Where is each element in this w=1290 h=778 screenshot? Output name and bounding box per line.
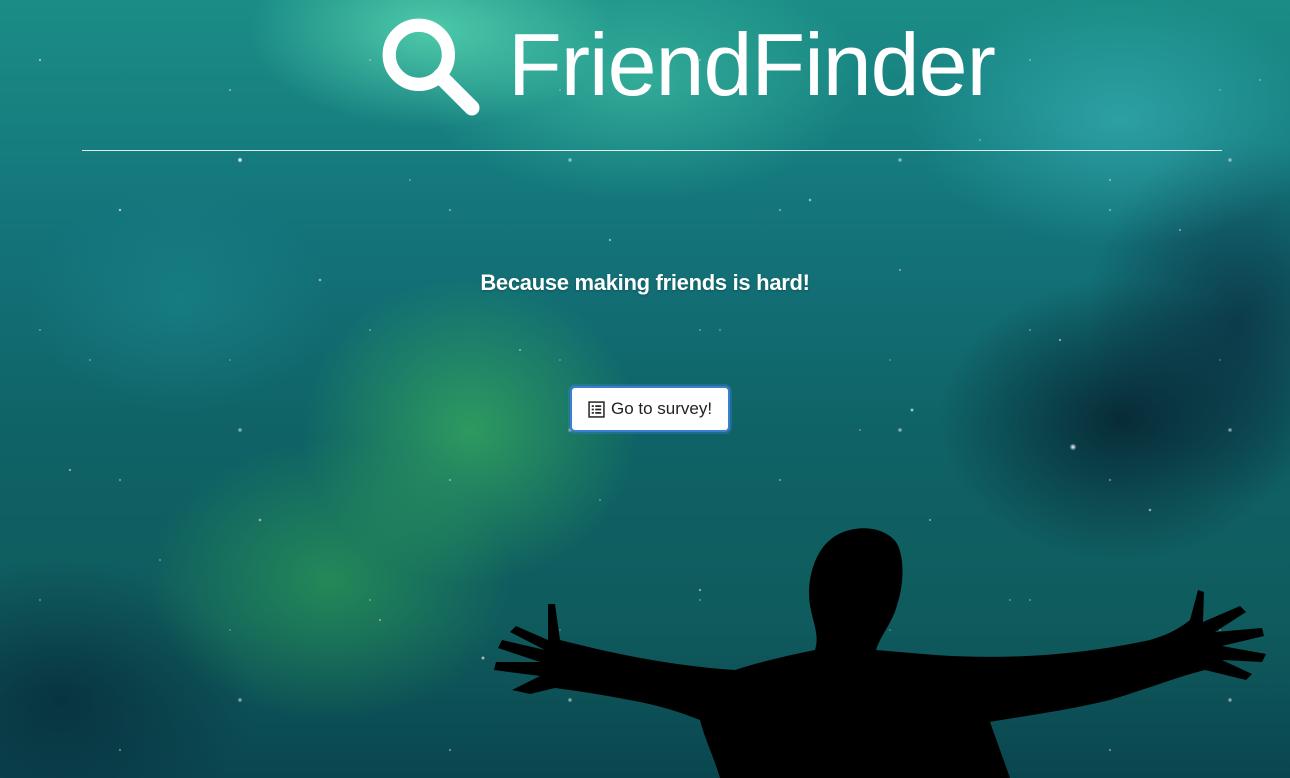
search-icon [378, 14, 480, 116]
list-alt-icon [588, 400, 605, 418]
go-to-survey-button[interactable]: Go to survey! [570, 386, 731, 432]
tagline: Because making friends is hard! [480, 270, 810, 295]
page-title: FriendFinder [508, 15, 996, 114]
brand: FriendFinder [378, 14, 996, 116]
page-header: FriendFinder [82, 0, 1222, 151]
go-to-survey-label: Go to survey! [611, 399, 713, 418]
